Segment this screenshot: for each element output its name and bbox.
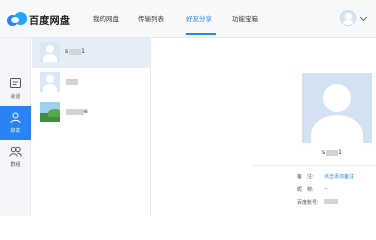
cloud-logo-icon: [7, 12, 27, 26]
remark-label: 备 注:: [297, 174, 314, 180]
nickname-row: 昵 称: --: [297, 186, 328, 193]
rail-item-label: 好友: [10, 128, 21, 134]
friend-icon: [10, 112, 21, 124]
left-rail: 会话 好友 群组: [0, 38, 31, 216]
user-avatar[interactable]: [340, 10, 356, 26]
contact-name: [65, 78, 78, 85]
list-item[interactable]: s1: [32, 38, 151, 68]
app-logo[interactable]: 百度网盘: [7, 11, 70, 27]
avatar: [40, 42, 60, 62]
contact-name: e: [65, 108, 88, 115]
top-bar: 百度网盘 我的网盘 传输列表 好友分享 功能宝箱: [0, 0, 376, 38]
rail-item-label: 会话: [10, 94, 21, 100]
rail-item-groups[interactable]: 群组: [0, 140, 31, 174]
nav-transfer-list[interactable]: 传输列表: [138, 13, 164, 23]
remark-row: 备 注: 点击添加备注: [297, 173, 354, 180]
rail-item-label: 群组: [10, 162, 21, 168]
avatar: [40, 102, 60, 122]
nickname-value: --: [324, 186, 328, 192]
rail-item-chat[interactable]: 会话: [0, 72, 31, 106]
nav-active-indicator: [186, 33, 216, 35]
app-logo-text: 百度网盘: [29, 15, 71, 27]
nav-my-disk[interactable]: 我的网盘: [93, 13, 119, 23]
list-item[interactable]: e: [32, 98, 151, 128]
nav-toolbox[interactable]: 功能宝箱: [232, 13, 258, 23]
nickname-label: 昵 称:: [297, 187, 314, 193]
profile-name: s1: [322, 149, 342, 156]
profile-panel: s1 备 注: 点击添加备注 昵 称: -- 百度账号:: [152, 38, 376, 216]
list-item[interactable]: [32, 68, 151, 98]
friend-list: s1 e: [32, 38, 151, 216]
account-row: 百度账号:: [297, 199, 338, 206]
account-value: [324, 199, 338, 205]
divider: [252, 165, 376, 166]
group-icon: [9, 146, 22, 157]
chevron-down-icon[interactable]: [359, 13, 368, 22]
account-label: 百度账号:: [297, 200, 319, 206]
chat-icon: [10, 78, 21, 88]
contact-name: s1: [65, 48, 85, 55]
avatar: [40, 72, 60, 92]
profile-avatar: [302, 73, 372, 143]
rail-item-friends[interactable]: 好友: [0, 106, 31, 140]
add-remark-link[interactable]: 点击添加备注: [324, 173, 354, 180]
nav-friend-share[interactable]: 好友分享: [186, 13, 212, 23]
